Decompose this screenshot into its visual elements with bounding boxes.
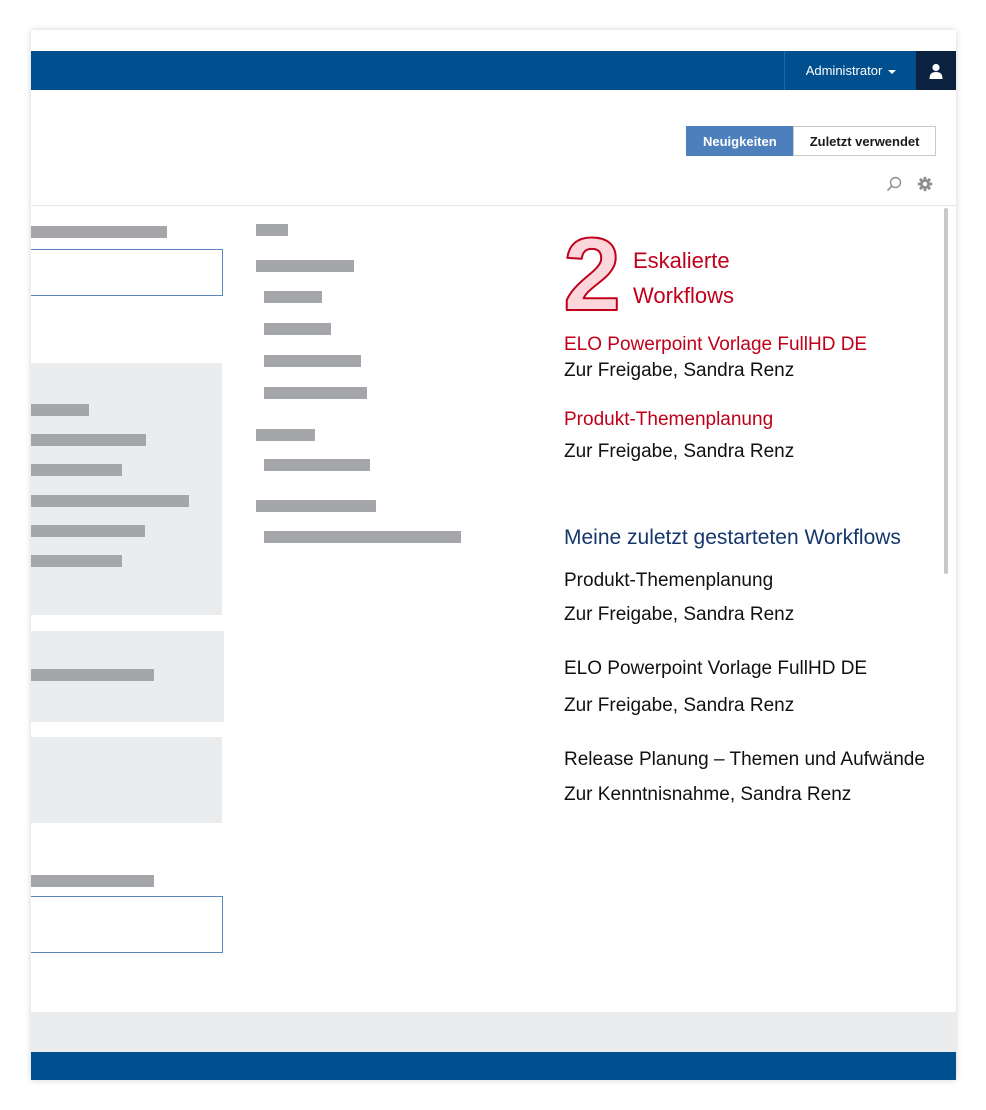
- placeholder-label: [31, 226, 167, 238]
- escalated-count: 2: [564, 228, 621, 314]
- gear-icon[interactable]: [917, 176, 933, 192]
- recent-workflows-heading: Meine zuletzt gestarteten Workflows: [564, 526, 901, 549]
- chevron-down-icon: [888, 70, 897, 74]
- placeholder-line: [31, 555, 122, 567]
- placeholder-panel: [31, 363, 222, 615]
- footer-area: [31, 1012, 956, 1052]
- escalated-item-detail: Zur Freigabe, Sandra Renz: [564, 360, 795, 381]
- placeholder-heading: [256, 500, 376, 512]
- placeholder-input-field[interactable]: [31, 896, 223, 953]
- tab-recently-used[interactable]: Zuletzt verwendet: [792, 126, 937, 156]
- placeholder-line: [264, 459, 370, 471]
- placeholder-line: [31, 525, 145, 537]
- user-menu-label: Administrator: [805, 63, 883, 78]
- escalated-label-line2: Workflows: [633, 283, 735, 308]
- escalated-item-title[interactable]: ELO Powerpoint Vorlage FullHD DE: [564, 334, 867, 356]
- top-navigation-bar: Administrator: [31, 51, 956, 90]
- app-window: Administrator Neuigkeiten Zuletzt verwen…: [31, 30, 956, 1080]
- escalated-count-badge: 2: [564, 228, 622, 314]
- placeholder-label: [31, 875, 154, 887]
- header-divider: [31, 205, 956, 206]
- user-menu-button[interactable]: Administrator: [784, 51, 917, 90]
- escalated-label-line1: Eskalierte: [633, 248, 730, 273]
- recent-workflow-detail: Zur Freigabe, Sandra Renz: [564, 695, 795, 716]
- placeholder-line: [31, 404, 89, 416]
- recent-workflow-detail: Zur Kenntnisnahme, Sandra Renz: [564, 784, 852, 805]
- placeholder-line: [31, 495, 189, 507]
- placeholder-line: [31, 669, 154, 681]
- placeholder-line: [31, 464, 122, 476]
- recent-workflow-detail: Zur Freigabe, Sandra Renz: [564, 604, 795, 625]
- user-profile-button[interactable]: [916, 51, 956, 90]
- scrollbar[interactable]: [944, 208, 948, 574]
- placeholder-panel: [31, 737, 222, 823]
- placeholder-input-field[interactable]: [31, 249, 223, 296]
- bottom-bar: [31, 1052, 956, 1080]
- placeholder-line: [31, 434, 146, 446]
- placeholder-line: [264, 291, 322, 303]
- placeholder-heading: [256, 429, 315, 441]
- placeholder-line: [264, 355, 361, 367]
- placeholder-heading: [256, 260, 354, 272]
- user-icon: [929, 63, 943, 79]
- view-tabs: Neuigkeiten Zuletzt verwendet: [686, 126, 937, 156]
- escalated-item-title[interactable]: Produkt-Themenplanung: [564, 409, 773, 431]
- escalated-item-detail: Zur Freigabe, Sandra Renz: [564, 441, 795, 462]
- search-icon[interactable]: [886, 176, 902, 192]
- recent-workflow-title[interactable]: ELO Powerpoint Vorlage FullHD DE: [564, 658, 867, 680]
- placeholder-line: [264, 323, 331, 335]
- recent-workflow-title[interactable]: Produkt-Themenplanung: [564, 570, 773, 592]
- placeholder-heading: [256, 224, 288, 236]
- tab-news[interactable]: Neuigkeiten: [686, 126, 794, 156]
- recent-workflow-title[interactable]: Release Planung – Themen und Aufwände: [564, 749, 925, 771]
- placeholder-line: [264, 531, 461, 543]
- placeholder-line: [264, 387, 367, 399]
